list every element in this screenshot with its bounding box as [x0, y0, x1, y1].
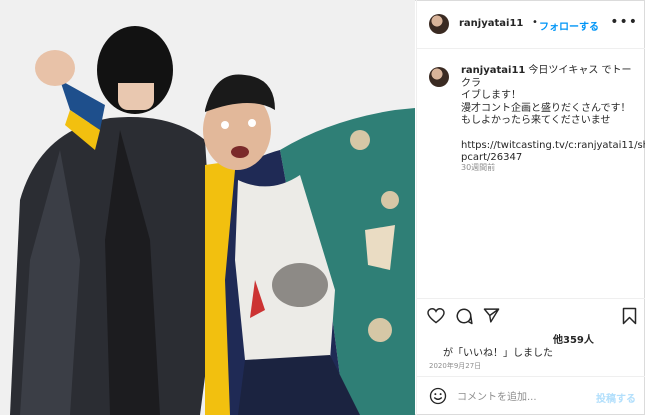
caption-link-line-1[interactable]: https://twitcasting.tv/c:ranjyatai11/sho: [461, 140, 645, 153]
caption-time[interactable]: 30週間前: [461, 162, 495, 173]
username[interactable]: ranjyatai11: [459, 18, 523, 29]
post-comment-button[interactable]: 投稿する: [596, 390, 636, 405]
likes-text: が「いいね！」しました: [443, 348, 553, 359]
avatar[interactable]: [429, 14, 449, 34]
heart-icon[interactable]: [427, 308, 445, 324]
photo-illustration: [0, 0, 415, 415]
post-sidebar: ranjyatai11 • フォローする ••• ranjyatai11 今日ツイ…: [416, 0, 645, 415]
separator-dot: •: [532, 17, 538, 28]
follow-button[interactable]: フォローする: [539, 18, 599, 33]
caption-line-3: 漫才コント企画と盛りだくさんです！: [461, 102, 631, 114]
post-photo[interactable]: [0, 0, 415, 415]
post-header: ranjyatai11 • フォローする •••: [417, 0, 645, 49]
emoji-icon[interactable]: [429, 387, 447, 405]
caption-line-4: もしよかったら来てくださいませ: [461, 115, 611, 126]
comment-icon[interactable]: [455, 307, 473, 325]
comment-bar: 投稿する: [417, 376, 645, 416]
post-caption: ranjyatai11 今日ツイキャス でトークラ イブします！ 漫才コント企画と…: [461, 65, 645, 165]
comment-input[interactable]: [457, 389, 587, 405]
likes-count[interactable]: 他359人: [553, 331, 594, 346]
share-icon[interactable]: [483, 307, 500, 324]
caption-avatar[interactable]: [429, 67, 449, 87]
bookmark-icon[interactable]: [622, 307, 637, 325]
caption-username[interactable]: ranjyatai11: [461, 65, 525, 76]
more-options-icon[interactable]: •••: [610, 14, 638, 30]
caption-line-2: イブします！: [461, 90, 521, 101]
post-date: 2020年9月27日: [429, 362, 482, 370]
